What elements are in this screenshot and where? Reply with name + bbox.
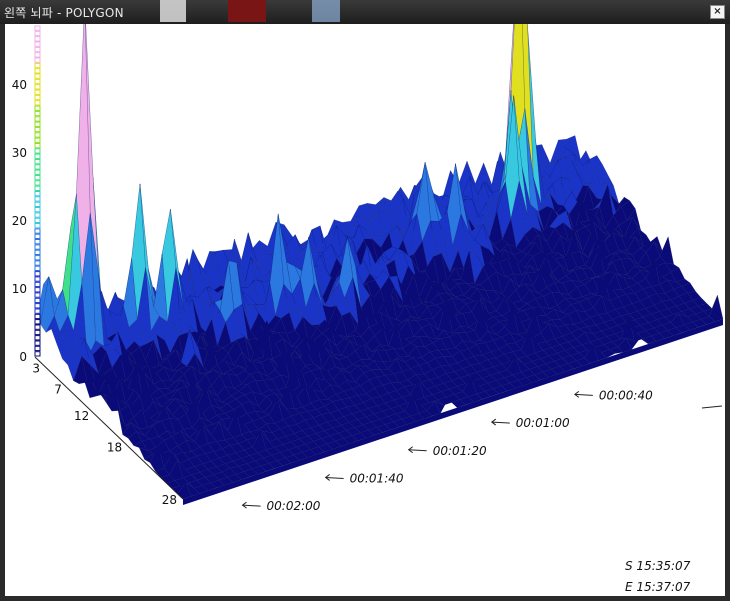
app-window: 왼쪽 뇌파 - POLYGON × 0 10 20 30 40 3 7 12 18 28 00:… — [0, 0, 730, 601]
color-scale-cell — [34, 351, 41, 357]
z-axis-ticks: 0 10 20 30 40 — [12, 78, 27, 364]
color-scale-cell — [34, 137, 41, 143]
color-scale-cell — [34, 100, 41, 106]
z-tick-label: 0 — [19, 350, 27, 364]
color-scale-cell — [34, 292, 41, 298]
color-scale-cell — [34, 62, 41, 69]
color-scale-cell — [34, 329, 41, 336]
color-scale-cell — [34, 126, 41, 133]
chart-area: 0 10 20 30 40 3 7 12 18 28 00:00:40 00:01:00 00:01… — [5, 24, 725, 596]
color-scale-cell — [34, 249, 41, 255]
color-scale-cell — [34, 57, 41, 63]
color-scale-cell — [34, 255, 41, 261]
background-window-fragment — [160, 0, 186, 22]
color-scale-cell — [34, 148, 41, 154]
channel-tick-label: 3 — [32, 362, 40, 376]
color-scale-cell — [34, 265, 41, 271]
time-tick-label: 00:00:40 — [599, 388, 653, 402]
color-scale-cell — [34, 25, 41, 31]
time-tick-label: 00:01:40 — [350, 471, 404, 485]
start-time-label: S 15:35:07 — [625, 559, 691, 573]
title-bar[interactable]: 왼쪽 뇌파 - POLYGON × — [0, 0, 730, 24]
background-window-fragment — [228, 0, 266, 22]
color-scale-cell — [34, 36, 41, 42]
time-tick-label: 00:01:20 — [433, 444, 487, 458]
z-tick-label: 20 — [12, 214, 27, 228]
color-scale-cell — [34, 30, 41, 37]
color-scale-cell — [34, 281, 41, 288]
color-scale-cell — [34, 191, 41, 197]
color-scale-cell — [34, 239, 41, 245]
color-scale-cell — [34, 94, 41, 101]
time-tick-arrow — [325, 476, 344, 479]
z-tick-label: 30 — [12, 146, 27, 160]
color-scale-cell — [34, 110, 41, 117]
color-scale-cell — [34, 105, 41, 111]
channel-tick-label: 28 — [162, 493, 177, 507]
channel-tick-label: 18 — [107, 440, 122, 454]
close-button[interactable]: × — [710, 5, 725, 19]
color-scale-cell — [34, 233, 41, 239]
color-scale-cell — [34, 143, 41, 149]
time-tick-arrow — [408, 449, 427, 452]
color-scale-cell — [34, 228, 41, 234]
color-scale-cell — [34, 164, 41, 170]
color-scale-cell — [34, 260, 41, 266]
color-scale-cell — [34, 313, 41, 320]
time-tick-arrow — [242, 504, 261, 507]
color-scale-cell — [34, 121, 41, 127]
time-tick-arrow — [574, 393, 593, 396]
color-scale-cell — [34, 223, 41, 229]
time-tick-label: 00:02:00 — [267, 499, 321, 513]
color-scale-cell — [34, 46, 41, 53]
background-window-fragment — [312, 0, 340, 22]
color-scale-bar — [34, 25, 41, 357]
color-scale-cell — [34, 276, 41, 282]
color-scale-cell — [34, 324, 41, 330]
color-scale-cell — [34, 169, 41, 175]
color-scale-cell — [34, 319, 41, 325]
color-scale-cell — [34, 207, 41, 213]
close-icon: × — [713, 6, 722, 17]
color-scale-cell — [34, 153, 41, 159]
color-scale-cell — [34, 116, 41, 122]
end-time-label: E 15:37:07 — [625, 580, 691, 594]
color-scale-cell — [34, 287, 41, 293]
color-scale-cell — [34, 73, 41, 79]
color-scale-cell — [34, 212, 41, 218]
color-scale-cell — [34, 84, 41, 90]
color-scale-cell — [34, 175, 41, 181]
color-scale-cell — [34, 201, 41, 207]
channel-tick-label: 7 — [54, 383, 62, 397]
color-scale-cell — [34, 41, 41, 47]
color-scale-cell — [34, 68, 41, 74]
color-scale-cell — [34, 196, 41, 202]
color-scale-cell — [34, 78, 41, 85]
color-scale-cell — [34, 159, 41, 165]
time-tick-arrow — [491, 421, 510, 424]
surface-mesh — [34, 24, 724, 505]
color-scale-cell — [34, 308, 41, 314]
channel-tick-label: 12 — [74, 409, 89, 423]
color-scale-cell — [34, 303, 41, 309]
color-scale-cell — [34, 340, 41, 346]
surface-plot: 0 10 20 30 40 37 12 18 28 00:00:40 00:01:00 00:01… — [12, 24, 724, 594]
color-scale-cell — [34, 345, 41, 352]
color-scale-cell — [34, 185, 41, 191]
z-tick-label: 10 — [12, 282, 27, 296]
color-scale-cell — [34, 132, 41, 138]
color-scale-cell — [34, 297, 41, 304]
time-tick-arrow — [701, 405, 723, 409]
color-scale-cell — [34, 89, 41, 95]
time-tick-label: 00:01:00 — [516, 416, 570, 430]
color-scale-cell — [34, 335, 41, 341]
color-scale-cell — [34, 52, 41, 58]
z-tick-label: 40 — [12, 78, 27, 92]
color-scale-cell — [34, 217, 41, 223]
color-scale-cell — [34, 271, 41, 277]
color-scale-cell — [34, 180, 41, 186]
color-scale-cell — [34, 244, 41, 250]
window-title: 왼쪽 뇌파 - POLYGON — [4, 6, 124, 20]
